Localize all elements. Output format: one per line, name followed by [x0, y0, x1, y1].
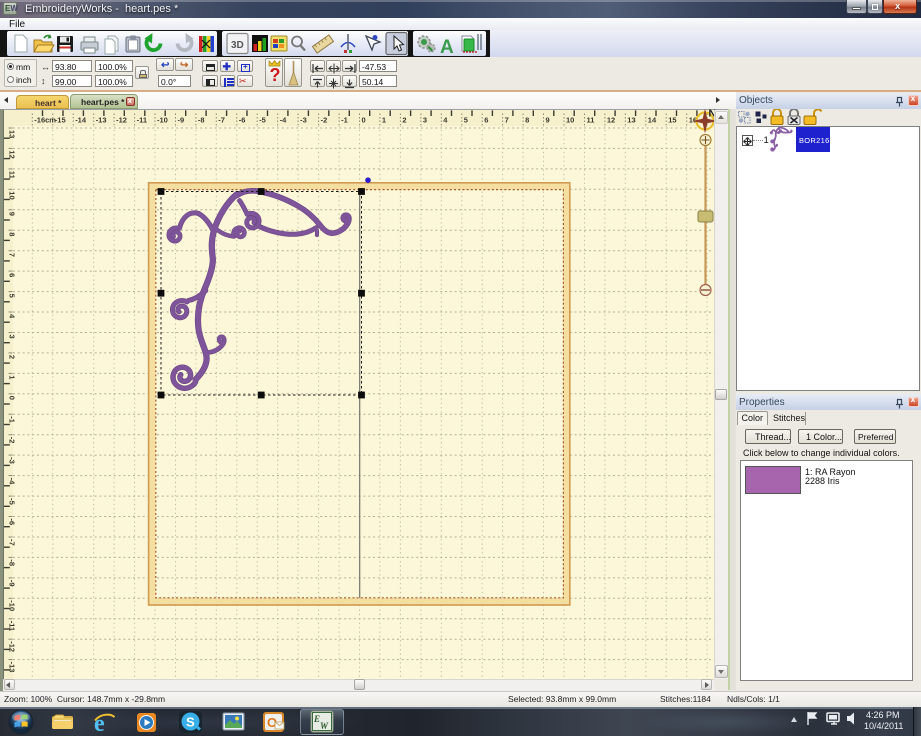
svg-text:W: W: [320, 721, 329, 731]
svg-text:E: E: [313, 714, 320, 724]
svg-text:S: S: [186, 715, 195, 730]
